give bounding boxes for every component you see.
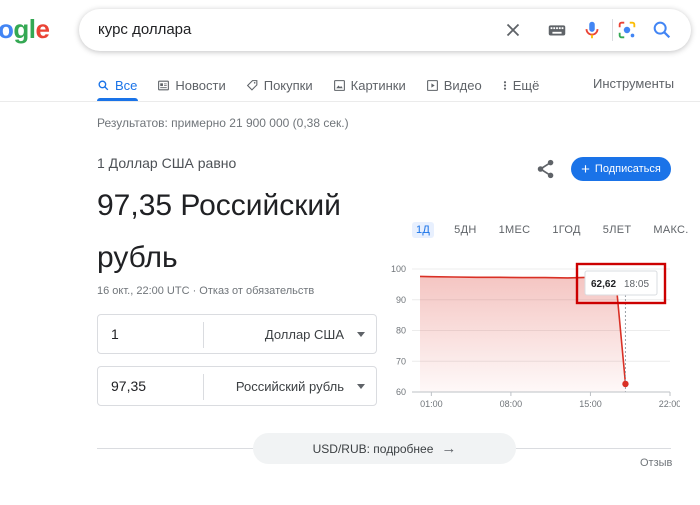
search-tabs: Все Новости Покупки Картинки Видео Ещё [97,74,559,96]
y-tick-label: 60 [396,387,406,397]
header-divider [0,101,700,102]
tab-more[interactable]: Ещё [502,74,540,96]
more-details-label: USD/RUB: подробнее [312,441,434,456]
dropdown-arrow-icon[interactable] [357,332,365,337]
dropdown-arrow-icon[interactable] [357,384,365,389]
google-logo[interactable]: ogle [0,14,50,45]
y-tick-label: 70 [396,356,406,366]
tab-label: Покупки [263,77,313,93]
tab-shopping[interactable]: Покупки [246,74,313,96]
from-amount-input[interactable]: 1 [111,326,119,342]
image-icon [333,79,345,91]
arrow-right-icon: → [441,440,457,457]
range-1y[interactable]: 1ГОД [550,222,582,238]
more-vert-icon [503,80,506,90]
y-tick-label: 100 [391,264,406,274]
from-currency-select[interactable]: Доллар США [265,327,344,342]
subscribe-button[interactable]: + Подписаться [571,157,671,181]
to-currency-row: 97,35 Российский рубль [97,366,377,406]
logo-letter: l [28,14,36,44]
chart-range-selector: 1Д 5ДН 1МЕС 1ГОД 5ЛЕТ МАКС. [412,222,700,238]
range-1m[interactable]: 1МЕС [497,222,533,238]
clear-icon[interactable] [502,19,524,41]
microphone-icon[interactable] [581,19,603,41]
tab-label: Все [115,77,138,93]
news-icon [158,80,170,90]
range-5d[interactable]: 5ДН [452,222,478,238]
search-input[interactable]: курс доллара [98,21,191,38]
subscribe-label: Подписаться [594,163,661,175]
field-divider [203,374,204,400]
result-stats: Результатов: примерно 21 900 000 (0,38 с… [97,116,349,130]
tab-all[interactable]: Все [97,74,137,96]
data-point [622,380,629,388]
x-axis: 01:00 08:00 15:00 22:00 [412,391,680,409]
tab-videos[interactable]: Видео [426,74,482,96]
range-max[interactable]: МАКС. [651,222,690,238]
to-currency-select[interactable]: Российский рубль [236,379,344,394]
x-tick-label: 08:00 [500,399,523,409]
x-tick-label: 01:00 [420,399,443,409]
x-tick-label: 22:00 [659,399,680,409]
tab-label: Картинки [350,77,406,93]
from-currency-row: 1 Доллар США [97,314,377,354]
field-divider [203,322,204,348]
tools-button[interactable]: Инструменты [593,76,674,91]
y-tick-label: 80 [396,326,406,336]
keyboard-icon[interactable] [546,19,568,41]
tooltip-time: 18:05 [624,279,649,290]
feedback-link[interactable]: Отзыв [640,457,672,469]
tag-icon [246,79,258,91]
search-icon [98,79,109,90]
tooltip-value: 62,62 [591,279,616,290]
camera-lens-icon[interactable] [616,19,638,41]
tab-label: Ещё [512,77,540,93]
rate-timestamp: 16 окт., 22:00 UTC · Отказ от обязательс… [97,285,315,297]
logo-letter: o [0,14,14,44]
plus-icon: + [581,160,590,178]
exchange-rate-chart[interactable]: 60 70 80 90 100 01:00 08:00 15:00 22:00 62,62 18… [380,255,680,420]
tab-images[interactable]: Картинки [333,74,406,96]
logo-letter: g [13,14,29,44]
x-tick-label: 15:00 [579,399,602,409]
y-tick-label: 90 [396,295,406,305]
more-details-button[interactable]: USD/RUB: подробнее → [253,433,516,464]
search-icon[interactable] [651,19,673,41]
to-amount-input[interactable]: 97,35 [111,378,146,394]
tab-label: Видео [443,77,482,93]
range-5y[interactable]: 5ЛЕТ [601,222,634,238]
tab-news[interactable]: Новости [157,74,226,96]
tab-label: Новости [175,77,226,93]
conversion-result: 97,35 Российский рубль [97,189,341,274]
range-1d[interactable]: 1Д [412,222,435,238]
video-icon [426,79,438,91]
conversion-label: 1 Доллар США равно [97,155,237,171]
share-icon[interactable] [535,158,557,180]
logo-letter: e [35,14,50,44]
search-box[interactable]: курс доллара [79,9,691,51]
search-divider [612,19,613,41]
